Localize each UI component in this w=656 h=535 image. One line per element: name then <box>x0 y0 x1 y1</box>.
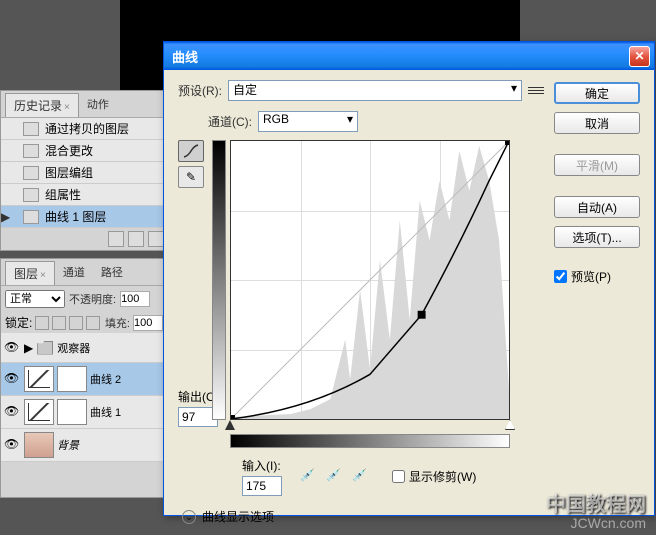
tab-history[interactable]: 历史记录× <box>5 93 79 117</box>
fill-label: 填充: <box>105 315 130 331</box>
lock-position-icon[interactable] <box>69 316 83 330</box>
lock-label: 锁定: <box>5 314 32 331</box>
input-label: 输入(I): <box>242 457 282 474</box>
layer-item[interactable]: 👁 ▶ 观察器 <box>1 333 167 363</box>
smooth-button[interactable]: 平滑(M) <box>554 154 640 176</box>
lock-pixels-icon[interactable] <box>52 316 66 330</box>
visibility-icon[interactable]: 👁 <box>4 437 20 453</box>
titlebar[interactable]: 曲线 ✕ <box>164 42 654 70</box>
input-slider[interactable] <box>230 420 510 430</box>
watermark: 中国教程网 <box>546 488 646 517</box>
layer-thumbnail[interactable] <box>24 432 54 458</box>
layer-item[interactable]: 👁 曲线 2 <box>1 363 167 396</box>
pencil-tool-button[interactable]: ✎ <box>178 166 204 188</box>
history-panel: 历史记录× 动作 通过拷贝的图层 混合更改 图层编组 组属性 ▶曲线 1 图层 <box>0 90 168 251</box>
tab-paths[interactable]: 路径 <box>93 261 131 285</box>
output-gradient <box>212 140 226 420</box>
fill-input[interactable] <box>133 315 163 331</box>
opacity-input[interactable] <box>120 291 150 307</box>
visibility-icon[interactable]: 👁 <box>4 371 20 387</box>
tab-actions[interactable]: 动作 <box>79 93 117 117</box>
folder-icon <box>37 341 53 355</box>
channel-select[interactable]: RGB▾ <box>258 111 358 132</box>
history-item[interactable]: 混合更改 <box>1 140 167 162</box>
tab-layers[interactable]: 图层× <box>5 261 55 285</box>
expand-label: 曲线显示选项 <box>202 508 274 525</box>
gray-point-eyedropper-icon[interactable]: 💉 <box>326 468 346 486</box>
mask-thumbnail[interactable] <box>57 399 87 425</box>
delete-icon[interactable] <box>148 231 164 247</box>
dialog-title: 曲线 <box>168 47 629 66</box>
layer-item[interactable]: 👁 背景 <box>1 429 167 462</box>
black-point-eyedropper-icon[interactable]: 💉 <box>300 468 320 486</box>
close-button[interactable]: ✕ <box>629 46 650 67</box>
curves-dialog: 曲线 ✕ 预设(R): 自定▾ 通道(C): RGB▾ ✎ <box>163 41 655 516</box>
curve-tool-button[interactable] <box>178 140 204 162</box>
history-item[interactable]: ▶曲线 1 图层 <box>1 206 167 228</box>
tab-channels[interactable]: 通道 <box>55 261 93 285</box>
mask-thumbnail[interactable] <box>57 366 87 392</box>
show-clipping-checkbox[interactable]: 显示修剪(W) <box>392 468 476 485</box>
visibility-icon[interactable]: 👁 <box>4 340 20 356</box>
blend-mode-select[interactable]: 正常 <box>5 290 65 308</box>
new-snapshot-icon[interactable] <box>108 231 124 247</box>
lock-transparency-icon[interactable] <box>35 316 49 330</box>
preview-checkbox[interactable]: 预览(P) <box>554 268 640 285</box>
ok-button[interactable]: 确定 <box>554 82 640 104</box>
curve-grid[interactable] <box>230 140 510 420</box>
layer-thumbnail[interactable] <box>24 366 54 392</box>
preset-menu-icon[interactable] <box>528 85 544 97</box>
layer-thumbnail[interactable] <box>24 399 54 425</box>
new-document-icon[interactable] <box>128 231 144 247</box>
visibility-icon[interactable]: 👁 <box>4 404 20 420</box>
curve-line <box>231 141 509 419</box>
input-input[interactable] <box>242 476 282 496</box>
white-point-eyedropper-icon[interactable]: 💉 <box>352 468 372 486</box>
layer-item[interactable]: 👁 曲线 1 <box>1 396 167 429</box>
cancel-button[interactable]: 取消 <box>554 112 640 134</box>
preset-label: 预设(R): <box>178 82 222 99</box>
opacity-label: 不透明度: <box>69 291 116 307</box>
preset-select[interactable]: 自定▾ <box>228 80 522 101</box>
channel-label: 通道(C): <box>208 113 252 130</box>
options-button[interactable]: 选项(T)... <box>554 226 640 248</box>
layers-panel: 图层× 通道 路径 正常 不透明度: 锁定: 填充: 👁 ▶ 观察器 👁 曲线 … <box>0 258 168 498</box>
lock-all-icon[interactable] <box>86 316 100 330</box>
history-item[interactable]: 组属性 <box>1 184 167 206</box>
auto-button[interactable]: 自动(A) <box>554 196 640 218</box>
watermark-url: JCWcn.com <box>571 515 646 531</box>
history-item[interactable]: 通过拷贝的图层 <box>1 118 167 140</box>
control-point <box>418 311 426 319</box>
history-item[interactable]: 图层编组 <box>1 162 167 184</box>
expand-options-icon[interactable]: ⌄ <box>182 510 196 524</box>
input-gradient <box>230 434 510 448</box>
